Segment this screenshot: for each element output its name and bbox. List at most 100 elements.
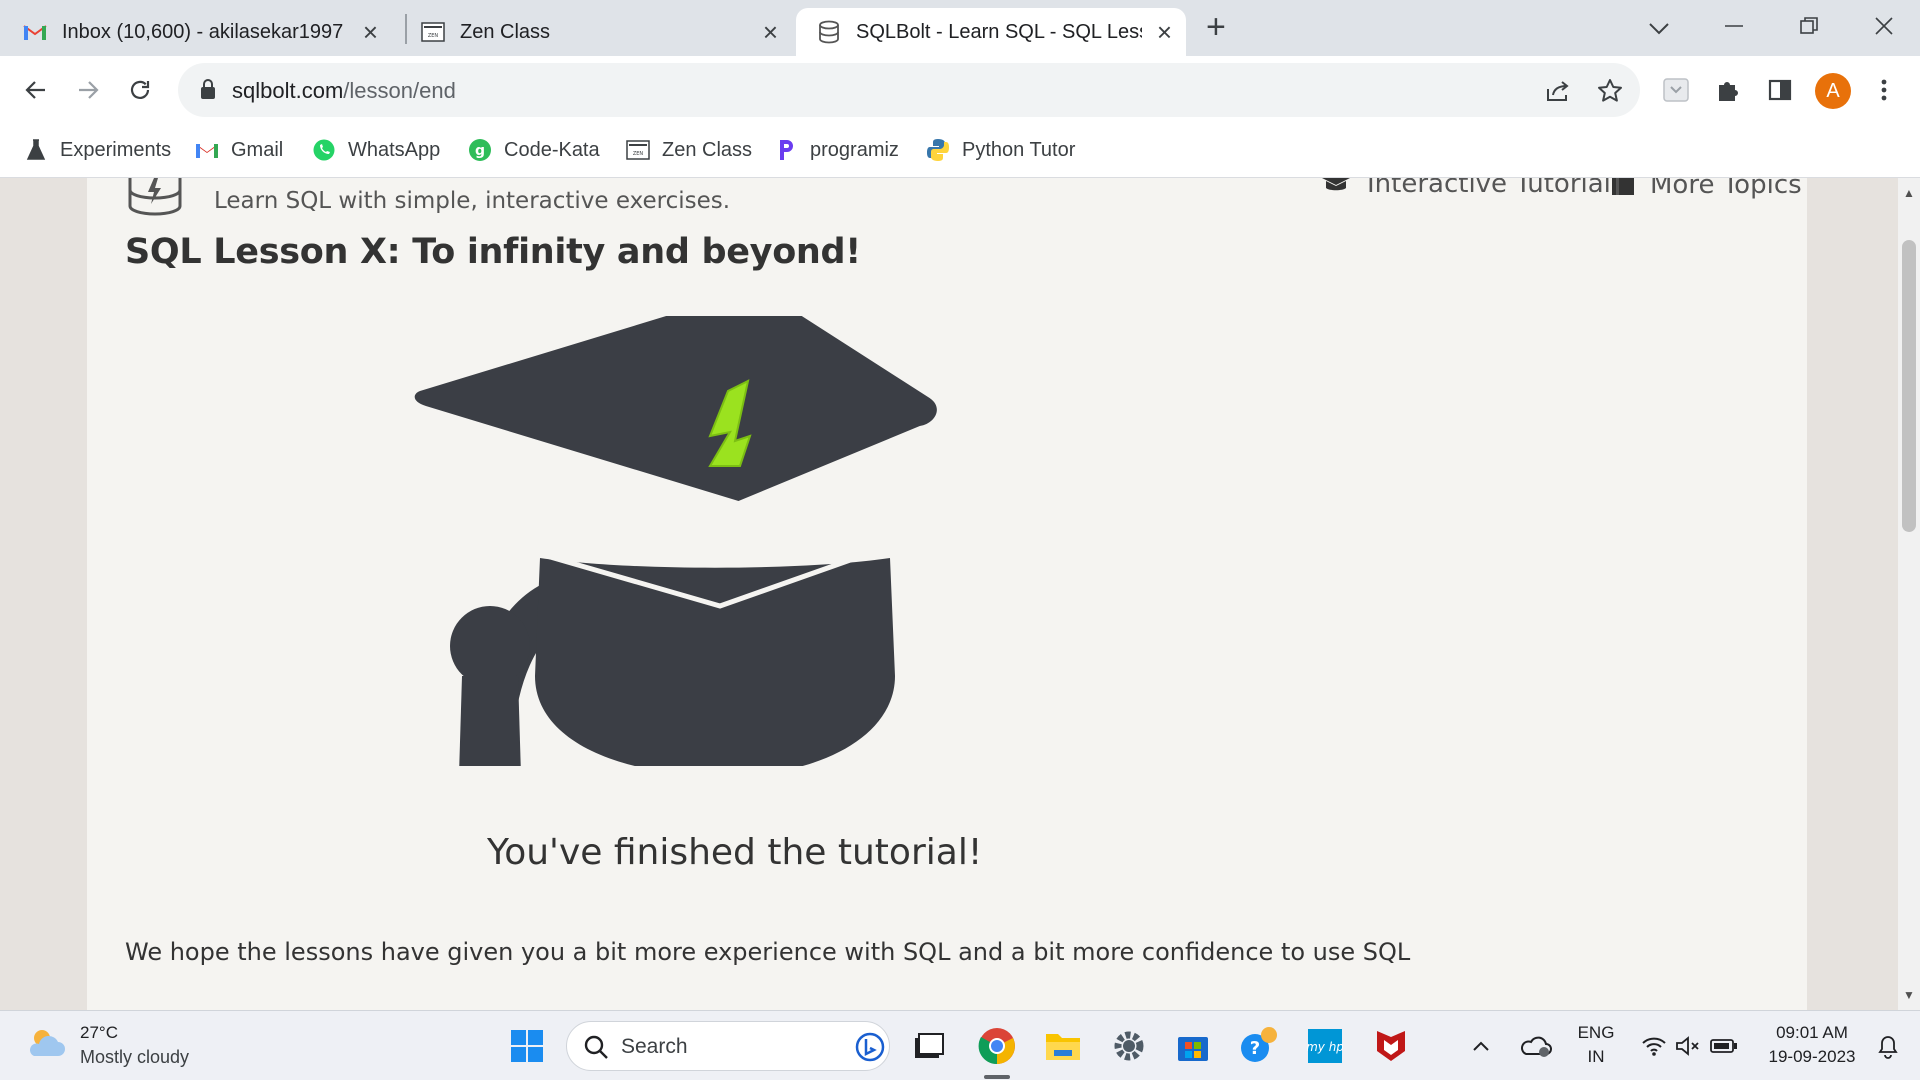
- code-kata-icon: g: [468, 138, 492, 162]
- sqlbolt-logo-icon[interactable]: [127, 178, 183, 223]
- get-help-icon[interactable]: ?: [1236, 1023, 1282, 1069]
- bookmark-label: Zen Class: [662, 138, 753, 161]
- settings-gear-icon[interactable]: [1106, 1023, 1152, 1069]
- python-icon: [926, 138, 950, 162]
- close-icon[interactable]: ×: [363, 18, 378, 46]
- bookmark-label: Code-Kata: [504, 138, 600, 161]
- taskbar-search[interactable]: Search: [566, 1021, 890, 1071]
- search-label: Search: [621, 1035, 688, 1058]
- bookmark-label: Gmail: [231, 138, 284, 161]
- svg-text:my hp: my hp: [1307, 1040, 1343, 1054]
- bookmark-whatsapp[interactable]: WhatsApp: [312, 134, 440, 166]
- onedrive-icon[interactable]: [1516, 1023, 1556, 1069]
- svg-text:g: g: [475, 143, 485, 159]
- bookmark-label: Experiments: [60, 138, 172, 161]
- bookmark-zen-class[interactable]: ZEN Zen Class: [626, 134, 752, 166]
- close-window-icon[interactable]: [1874, 12, 1894, 42]
- bing-icon[interactable]: [855, 1032, 885, 1067]
- share-icon[interactable]: [1542, 75, 1574, 107]
- flask-icon: [24, 138, 48, 162]
- back-button[interactable]: [16, 70, 56, 110]
- nav-link-label: Interactive Tutorial: [1367, 178, 1611, 199]
- graduation-cap-icon: [1319, 178, 1353, 202]
- microsoft-store-icon[interactable]: [1170, 1023, 1216, 1069]
- lesson-title: SQL Lesson X: To infinity and beyond!: [125, 232, 861, 272]
- notification-bell-icon[interactable]: [1870, 1023, 1906, 1069]
- bookmark-star-icon[interactable]: [1594, 75, 1626, 107]
- gmail-icon: [195, 138, 219, 162]
- page-scrollbar[interactable]: ▲ ▼: [1898, 178, 1920, 1010]
- tab-title: Zen Class: [460, 20, 551, 43]
- weather-condition: Mostly cloudy: [80, 1047, 190, 1067]
- nav-link-label: More Topics: [1650, 178, 1802, 200]
- battery-icon[interactable]: [1706, 1023, 1742, 1069]
- cloudy-weather-icon: [26, 1026, 66, 1065]
- bookmark-experiments[interactable]: Experiments: [24, 134, 171, 166]
- reload-icon: [130, 80, 150, 99]
- tab-sqlbolt[interactable]: SQLBolt - Learn SQL - SQL Lessor ×: [796, 8, 1186, 56]
- extensions-puzzle-icon[interactable]: [1710, 72, 1746, 108]
- page-viewport: Learn SQL with simple, interactive exerc…: [0, 178, 1898, 1010]
- tab-search-chevron-icon[interactable]: [1648, 12, 1670, 42]
- volume-muted-icon[interactable]: [1670, 1023, 1706, 1069]
- bookmark-label: WhatsApp: [348, 138, 441, 161]
- active-app-indicator: [984, 1075, 1010, 1079]
- clock[interactable]: 09:01 AM 19-09-2023: [1754, 1021, 1870, 1069]
- browser-toolbar: sqlbolt.com/lesson/end: [0, 56, 1920, 124]
- bookmark-code-kata[interactable]: g Code-Kata: [468, 134, 600, 166]
- book-icon: [1610, 178, 1636, 204]
- tab-title: SQLBolt - Learn SQL - SQL Lessor: [856, 20, 1142, 43]
- scroll-down-arrow-icon[interactable]: ▼: [1903, 988, 1915, 1002]
- mcafee-icon[interactable]: [1368, 1023, 1414, 1069]
- bookmark-python-tutor[interactable]: Python Tutor: [926, 134, 1075, 166]
- svg-text:ZEN: ZEN: [633, 151, 644, 157]
- reload-button[interactable]: [120, 70, 160, 110]
- show-hidden-icons-chevron-icon[interactable]: [1466, 1023, 1496, 1069]
- zen-class-icon: ZEN: [420, 19, 446, 45]
- minimize-icon[interactable]: [1724, 12, 1744, 42]
- close-icon[interactable]: ×: [1157, 18, 1172, 46]
- nav-more-topics[interactable]: More Topics: [1610, 178, 1802, 204]
- language-indicator[interactable]: ENG IN: [1568, 1021, 1624, 1069]
- tab-zen-class[interactable]: ZEN Zen Class ×: [420, 8, 792, 56]
- closing-paragraph: We hope the lessons have given you a bit…: [125, 938, 1411, 966]
- clock-time: 09:01 AM: [1776, 1023, 1848, 1042]
- file-explorer-icon[interactable]: [1040, 1023, 1086, 1069]
- bookmark-gmail[interactable]: Gmail: [195, 134, 283, 166]
- search-icon: [583, 1034, 609, 1065]
- myhp-icon[interactable]: my hp: [1302, 1023, 1348, 1069]
- graduation-cap-illustration: [400, 288, 1040, 818]
- language-code: ENG: [1577, 1023, 1615, 1042]
- address-bar[interactable]: sqlbolt.com/lesson/end: [178, 63, 1640, 117]
- tab-gmail[interactable]: Inbox (10,600) - akilasekar1997@ ×: [22, 8, 392, 56]
- programiz-icon: [774, 138, 798, 162]
- url-text[interactable]: sqlbolt.com/lesson/end: [232, 78, 456, 104]
- brand-tagline: Learn SQL with simple, interactive exerc…: [214, 188, 731, 214]
- tab-separator: [405, 14, 407, 44]
- scrollbar-thumb[interactable]: [1902, 240, 1916, 532]
- profile-avatar[interactable]: A: [1815, 73, 1851, 109]
- weather-temperature: 27°C: [80, 1023, 118, 1042]
- new-tab-button[interactable]: +: [1206, 10, 1226, 44]
- bookmark-label: Python Tutor: [962, 138, 1076, 161]
- forward-button[interactable]: [68, 70, 108, 110]
- lock-icon[interactable]: [200, 78, 216, 105]
- wifi-icon[interactable]: [1636, 1023, 1672, 1069]
- nav-interactive-tutorial[interactable]: Interactive Tutorial: [1319, 178, 1611, 202]
- task-view-icon[interactable]: [906, 1023, 952, 1069]
- forward-arrow-icon: [79, 81, 99, 99]
- restore-icon[interactable]: [1799, 12, 1819, 42]
- close-icon[interactable]: ×: [763, 18, 778, 46]
- pocket-extension-icon[interactable]: [1658, 72, 1694, 108]
- url-domain: sqlbolt.com: [232, 78, 344, 103]
- menu-kebab-icon[interactable]: [1866, 72, 1902, 108]
- bookmark-label: programiz: [810, 138, 899, 161]
- chrome-icon[interactable]: [974, 1023, 1020, 1069]
- windows-start-icon[interactable]: [504, 1023, 550, 1069]
- finish-message: You've finished the tutorial!: [487, 832, 983, 873]
- weather-widget[interactable]: 27°C Mostly cloudy: [26, 1023, 189, 1068]
- side-panel-icon[interactable]: [1762, 72, 1798, 108]
- tab-title: Inbox (10,600) - akilasekar1997@: [62, 20, 344, 43]
- bookmark-programiz[interactable]: programiz: [774, 134, 899, 166]
- scroll-up-arrow-icon[interactable]: ▲: [1903, 186, 1915, 200]
